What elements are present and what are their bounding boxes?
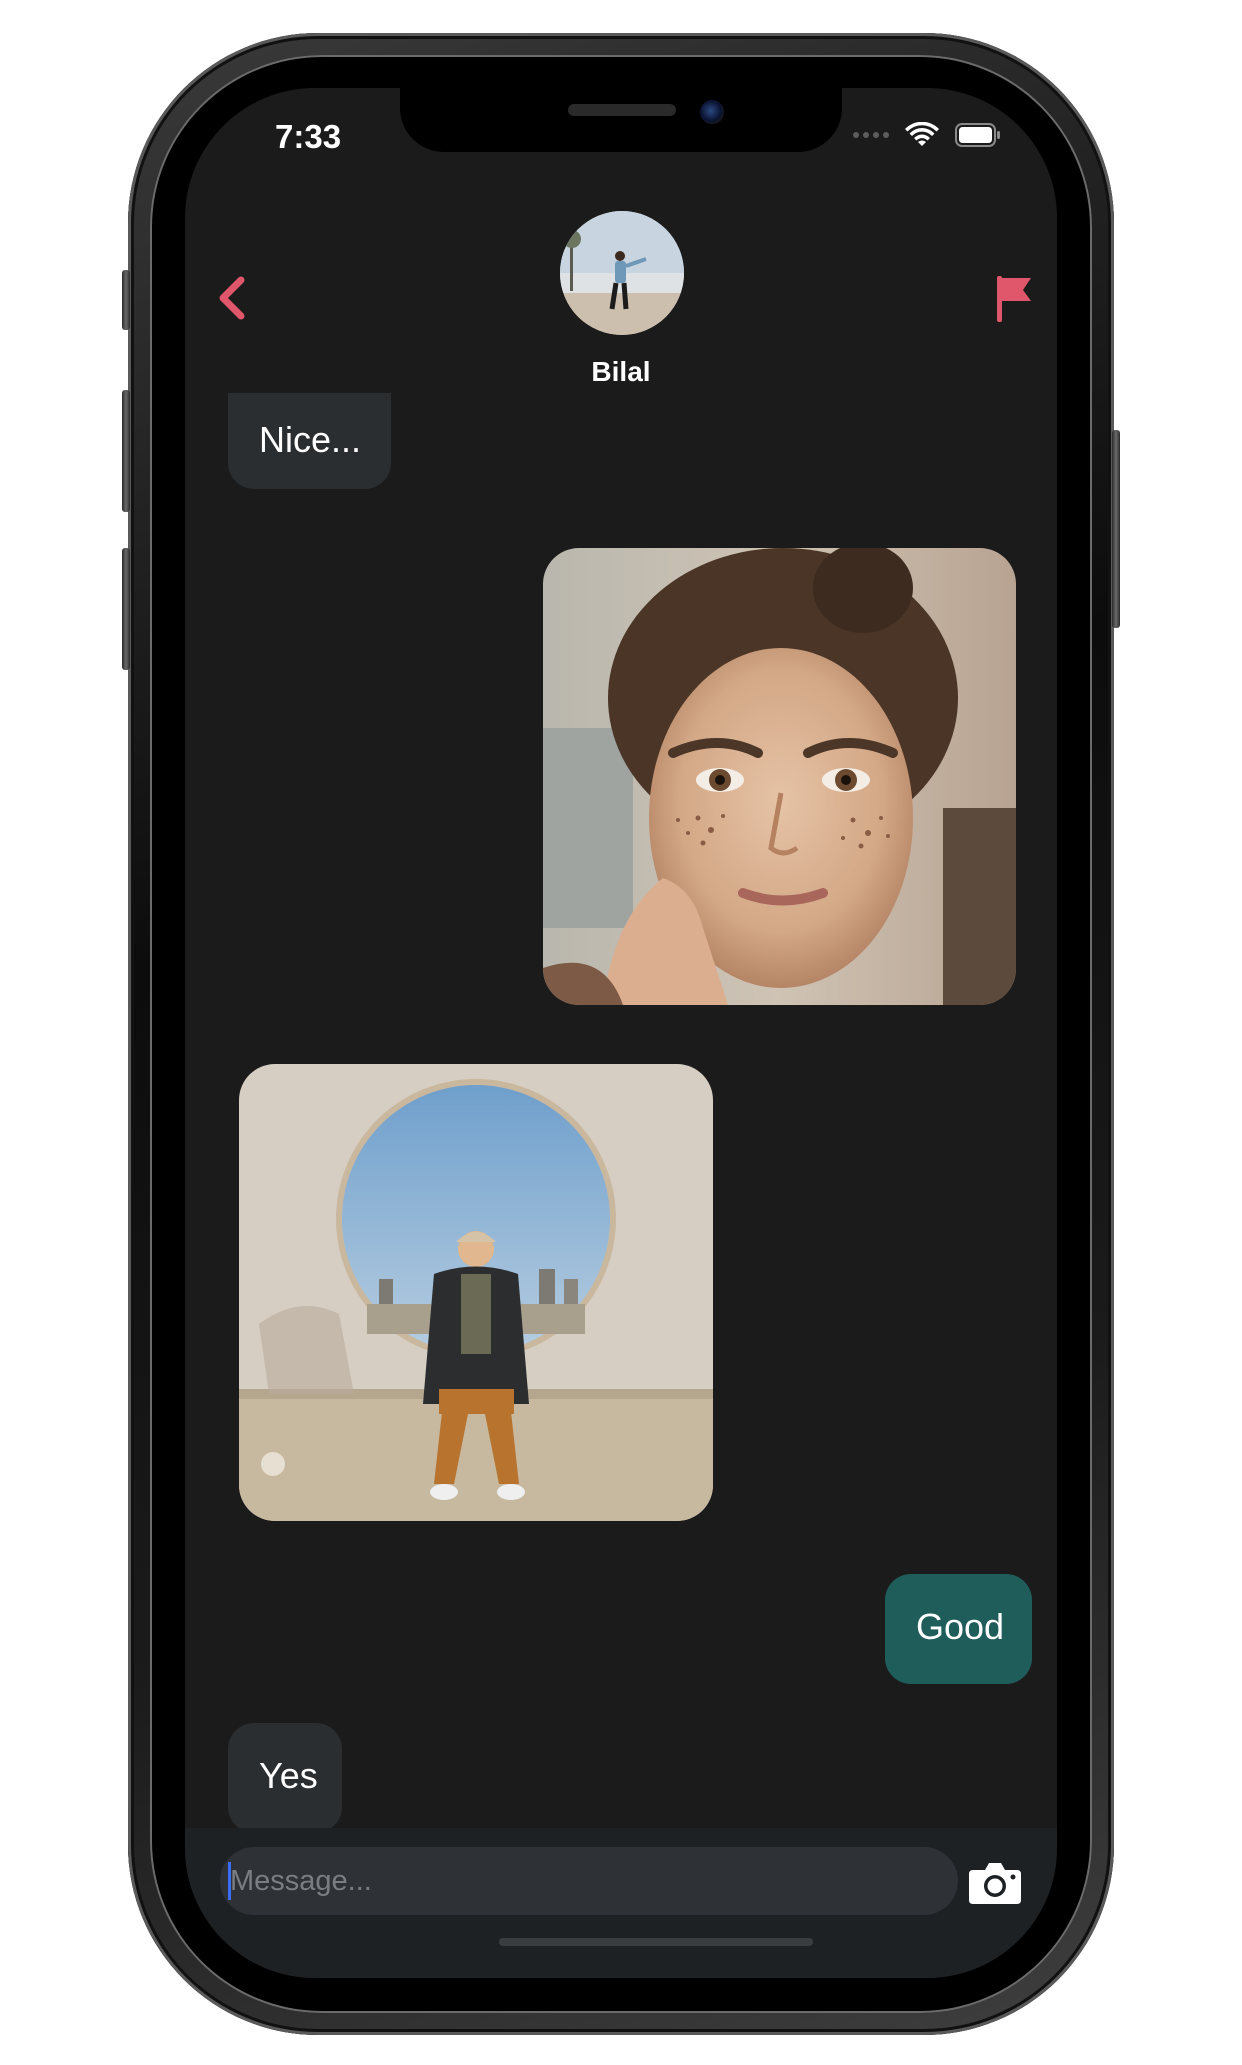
text-cursor [228,1862,231,1900]
front-camera [700,100,724,124]
man-sitting-image [239,1064,713,1521]
back-button[interactable] [207,268,257,328]
flag-icon [997,276,1031,322]
outgoing-image-message[interactable] [543,548,1016,1005]
volume-down-button [122,548,130,670]
incoming-message-bubble[interactable]: Nice... [228,393,391,489]
report-button[interactable] [987,268,1037,328]
avatar-photo [560,211,684,335]
notch [400,88,842,152]
contact-name: Bilal [591,356,651,387]
chat-screen: 7:33 Bilal Nice... Good Yes Message... [185,88,1057,1978]
camera-button[interactable] [967,1856,1023,1908]
mute-switch [122,270,130,330]
message-input[interactable] [220,1847,958,1915]
wifi-icon [905,122,939,146]
incoming-image-message[interactable] [239,1064,713,1521]
woman-portrait-image [543,548,1016,1005]
status-time: 7:33 [275,118,342,155]
cellular-signal-icon [853,132,889,138]
power-button [1112,430,1120,628]
avatar[interactable] [560,211,684,335]
camera-icon [969,1863,1021,1904]
battery-icon [955,123,1000,147]
home-indicator[interactable] [499,1938,813,1946]
earpiece-speaker [568,104,676,116]
volume-up-button [122,390,130,512]
status-icons [853,122,1001,148]
incoming-message-bubble[interactable]: Yes [228,1723,342,1833]
chevron-left-icon [219,276,245,320]
outgoing-message-bubble[interactable]: Good [885,1574,1032,1684]
